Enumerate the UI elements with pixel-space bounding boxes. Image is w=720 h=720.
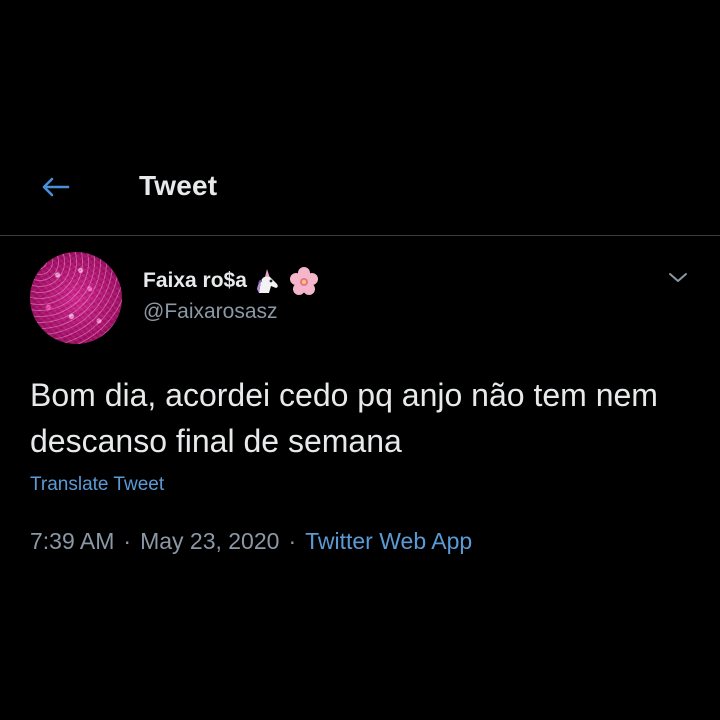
author-handle[interactable]: @Faixarosasz (143, 300, 278, 324)
back-button[interactable] (38, 170, 72, 204)
cherry-blossom-icon (289, 266, 319, 296)
meta-separator: · (288, 528, 297, 554)
tweet-meta: 7:39 AM · May 23, 2020 · Twitter Web App (30, 528, 472, 555)
tweet-text: Bom dia, acordei cedo pq anjo não tem ne… (30, 377, 658, 459)
tweet-options-button[interactable] (664, 266, 692, 290)
author-display-name[interactable]: Faixa ro$a (143, 269, 247, 293)
unicorn-icon (253, 267, 283, 295)
header-divider (0, 235, 720, 236)
top-bar: Tweet (0, 150, 720, 236)
author-name-row[interactable]: Faixa ro$a (143, 266, 319, 296)
arrow-left-icon (42, 177, 70, 197)
tweet-date[interactable]: May 23, 2020 (140, 528, 279, 555)
avatar-glitter-texture (30, 252, 122, 344)
meta-separator: · (123, 528, 132, 554)
tweet-time[interactable]: 7:39 AM (30, 528, 114, 555)
tweet-source-link[interactable]: Twitter Web App (305, 528, 472, 555)
chevron-down-icon (669, 273, 687, 282)
translate-tweet-link[interactable]: Translate Tweet (30, 474, 164, 496)
page-title: Tweet (139, 170, 218, 201)
avatar[interactable] (30, 252, 122, 344)
